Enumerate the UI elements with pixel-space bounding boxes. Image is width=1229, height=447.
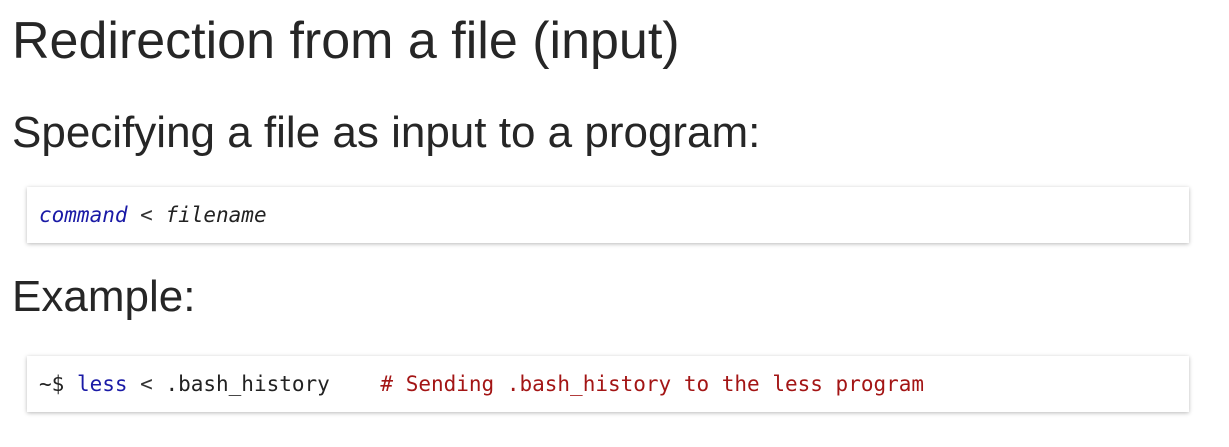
syntax-command: command [39,203,128,227]
syntax-filename: filename [165,203,267,227]
example-prompt: ~$ [39,372,77,396]
example-heading: Example: [12,272,196,321]
syntax-code-block: command < filename [27,187,1189,243]
example-operator: < [127,372,166,396]
example-comment: # Sending .bash_history to the less prog… [380,372,925,396]
example-program: less [76,372,128,396]
section-subtitle: Specifying a file as input to a program: [12,108,761,157]
example-spacing [330,372,381,396]
example-code-block: ~$ less < .bash_history # Sending .bash_… [27,356,1189,412]
syntax-operator: < [127,203,166,227]
page-title: Redirection from a file (input) [12,12,680,70]
example-argument: .bash_history [165,372,330,396]
